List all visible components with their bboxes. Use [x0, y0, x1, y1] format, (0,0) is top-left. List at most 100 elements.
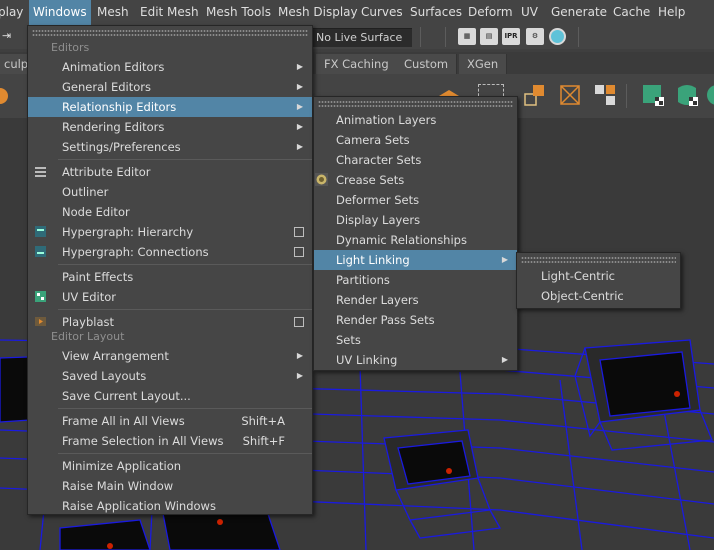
- menu-item-character-sets[interactable]: Character Sets: [314, 150, 517, 170]
- menu-item-render-layers[interactable]: Render Layers: [314, 290, 517, 310]
- menu-item-hypergraph-connections[interactable]: Hypergraph: Connections: [28, 242, 312, 262]
- menu-item-animation-editors[interactable]: Animation Editors ▶: [28, 57, 312, 77]
- menu-item-label: Deformer Sets: [336, 193, 420, 207]
- tear-off-handle[interactable]: [32, 29, 308, 37]
- menu-item-general-editors[interactable]: General Editors ▶: [28, 77, 312, 97]
- menu-item-hypergraph-hierarchy[interactable]: Hypergraph: Hierarchy: [28, 222, 312, 242]
- menu-item-attribute-editor[interactable]: Attribute Editor: [28, 162, 312, 182]
- split-blocks-icon[interactable]: [592, 82, 618, 108]
- menu-item-raise-application-windows[interactable]: Raise Application Windows: [28, 496, 312, 516]
- tear-off-handle[interactable]: [318, 100, 513, 108]
- crease-sets-icon: [315, 173, 328, 186]
- option-box-icon[interactable]: [294, 247, 304, 257]
- menu-item-label: View Arrangement: [62, 349, 169, 363]
- uv-editor-icon: [35, 291, 46, 302]
- menu-mesh-tools[interactable]: Mesh Tools: [202, 0, 275, 25]
- menu-surfaces[interactable]: Surfaces: [406, 0, 466, 25]
- menu-generate[interactable]: Generate: [547, 0, 611, 25]
- menu-mesh-display[interactable]: Mesh Display: [274, 0, 362, 25]
- menu-item-camera-sets[interactable]: Camera Sets: [314, 130, 517, 150]
- separator: [578, 27, 581, 47]
- menu-item-light-linking[interactable]: Light Linking ▶: [314, 250, 517, 270]
- separator: [420, 27, 423, 47]
- menu-separator: [58, 309, 312, 310]
- menu-item-frame-all[interactable]: Frame All in All Views Shift+A: [28, 411, 312, 431]
- menu-item-uv-editor[interactable]: UV Editor: [28, 287, 312, 307]
- menu-item-relationship-editors[interactable]: Relationship Editors ▶: [28, 97, 312, 117]
- menu-cache[interactable]: Cache: [609, 0, 654, 25]
- menu-separator: [58, 408, 312, 409]
- submenu-arrow-icon: ▶: [296, 142, 303, 151]
- menu-item-display-layers[interactable]: Display Layers: [314, 210, 517, 230]
- shortcut-label: Shift+F: [242, 434, 285, 448]
- uv-checker-icon[interactable]: [640, 82, 666, 108]
- menu-item-label: Light-Centric: [541, 269, 615, 283]
- menu-mesh[interactable]: Mesh: [93, 0, 133, 25]
- menu-windows[interactable]: Windows: [29, 0, 91, 25]
- shelf-tab-custom[interactable]: Custom: [396, 54, 458, 74]
- menu-item-label: Paint Effects: [62, 270, 134, 284]
- menu-curves[interactable]: Curves: [357, 0, 407, 25]
- shelf-tab-xgen[interactable]: XGen: [459, 54, 508, 74]
- menu-item-view-arrangement[interactable]: View Arrangement ▶: [28, 346, 312, 366]
- menu-item-render-pass-sets[interactable]: Render Pass Sets: [314, 310, 517, 330]
- bounding-box-icon[interactable]: [557, 82, 583, 108]
- menu-item-uv-linking[interactable]: UV Linking ▶: [314, 350, 517, 370]
- menu-item-label: UV Linking: [336, 353, 398, 367]
- tear-off-handle[interactable]: [521, 256, 676, 264]
- menu-item-label: Frame Selection in All Views: [62, 434, 224, 448]
- menu-deform[interactable]: Deform: [464, 0, 517, 25]
- menu-item-frame-selection[interactable]: Frame Selection in All Views Shift+F: [28, 431, 312, 451]
- menu-separator: [58, 159, 312, 160]
- render-current-icon[interactable]: ▤: [480, 28, 498, 45]
- menu-separator: [58, 264, 312, 265]
- separator: [626, 84, 629, 108]
- menu-item-sets[interactable]: Sets: [314, 330, 517, 350]
- menu-item-label: Character Sets: [336, 153, 422, 167]
- menu-item-save-current-layout[interactable]: Save Current Layout...: [28, 386, 312, 406]
- shortcut-label: Shift+A: [241, 414, 285, 428]
- menu-item-playblast[interactable]: Playblast: [28, 312, 312, 332]
- menu-display[interactable]: play: [0, 0, 27, 25]
- menu-item-raise-main-window[interactable]: Raise Main Window: [28, 476, 312, 496]
- live-surface-field[interactable]: No Live Surface: [311, 28, 412, 47]
- menu-uv[interactable]: UV: [517, 0, 542, 25]
- menu-edit-mesh[interactable]: Edit Mesh: [136, 0, 203, 25]
- menu-item-dynamic-relationships[interactable]: Dynamic Relationships: [314, 230, 517, 250]
- menu-item-object-centric[interactable]: Object-Centric: [517, 286, 680, 306]
- menu-item-label: Sets: [336, 333, 361, 347]
- ipr-render-icon[interactable]: IPR: [502, 28, 520, 45]
- menu-item-node-editor[interactable]: Node Editor: [28, 202, 312, 222]
- option-box-icon[interactable]: [294, 227, 304, 237]
- menu-item-label: UV Editor: [62, 290, 116, 304]
- option-box-icon[interactable]: [294, 317, 304, 327]
- menu-item-saved-layouts[interactable]: Saved Layouts ▶: [28, 366, 312, 386]
- menu-help[interactable]: Help: [654, 0, 689, 25]
- menu-item-label: Display Layers: [336, 213, 421, 227]
- menu-item-label: Animation Editors: [62, 60, 165, 74]
- scale-tool-icon[interactable]: [522, 82, 548, 108]
- menu-item-outliner[interactable]: Outliner: [28, 182, 312, 202]
- windows-menu: Editors Animation Editors ▶ General Edit…: [27, 25, 313, 515]
- hypershade-icon[interactable]: [549, 28, 566, 45]
- menu-item-animation-layers[interactable]: Animation Layers: [314, 110, 517, 130]
- relationship-editors-submenu: Animation Layers Camera Sets Character S…: [313, 96, 518, 371]
- menu-item-minimize-application[interactable]: Minimize Application: [28, 456, 312, 476]
- menu-item-label: Settings/Preferences: [62, 140, 181, 154]
- menu-item-partitions[interactable]: Partitions: [314, 270, 517, 290]
- menu-item-rendering-editors[interactable]: Rendering Editors ▶: [28, 117, 312, 137]
- cylinder-uv-icon[interactable]: [674, 82, 700, 108]
- menu-item-label: Saved Layouts: [62, 369, 147, 383]
- menu-item-deformer-sets[interactable]: Deformer Sets: [314, 190, 517, 210]
- menu-item-paint-effects[interactable]: Paint Effects: [28, 267, 312, 287]
- arrow-icon[interactable]: ⇥: [2, 29, 14, 43]
- menu-item-label: Dynamic Relationships: [336, 233, 467, 247]
- menu-item-light-centric[interactable]: Light-Centric: [517, 266, 680, 286]
- sphere-uv-icon[interactable]: [704, 82, 714, 108]
- render-view-icon[interactable]: ▦: [458, 28, 476, 45]
- shelf-tab-fx-caching[interactable]: FX Caching: [316, 54, 398, 74]
- menu-item-settings-preferences[interactable]: Settings/Preferences ▶: [28, 137, 312, 157]
- menu-item-crease-sets[interactable]: Crease Sets: [314, 170, 517, 190]
- menu-item-label: Minimize Application: [62, 459, 182, 473]
- render-settings-icon[interactable]: ⚙: [526, 28, 544, 45]
